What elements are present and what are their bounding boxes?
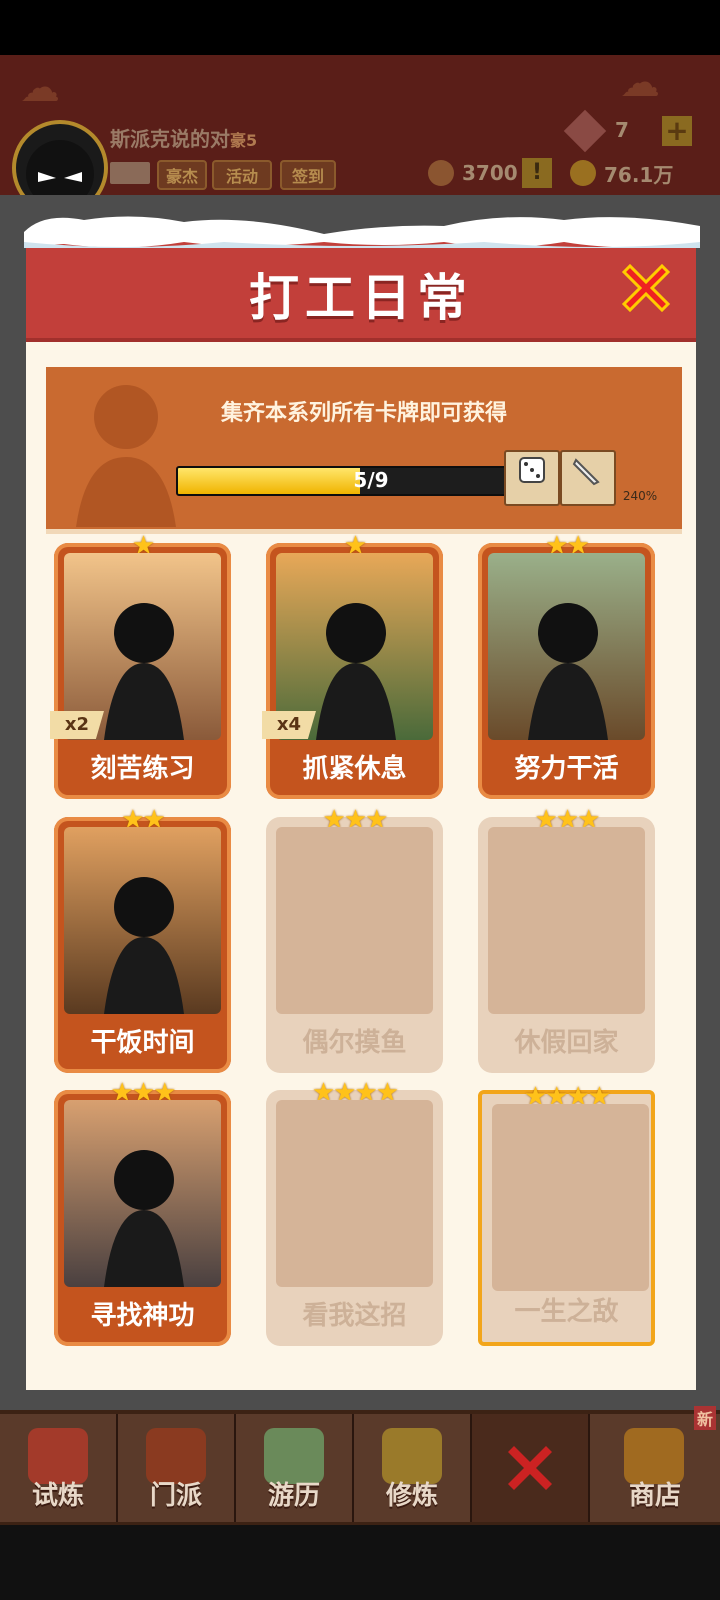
alert-button[interactable]: !: [522, 158, 552, 188]
collection-card[interactable]: ★★★★ 一生之敌: [478, 1082, 655, 1346]
collection-card[interactable]: ★★★ 寻找神功: [54, 1078, 231, 1346]
chip-signin[interactable]: 签到: [280, 160, 336, 190]
cloud-ornament-icon: ☁: [20, 65, 60, 111]
coin-icon: [570, 160, 596, 186]
ninja-figure-icon: [528, 603, 608, 740]
snow-trim: [24, 216, 700, 248]
card-multiplier: x2: [50, 711, 104, 739]
collection-card[interactable]: ★★ 干饭时间: [54, 805, 231, 1073]
collection-card[interactable]: ★★★★ 看我这招: [266, 1078, 443, 1346]
card-label: 刻苦练习: [90, 754, 195, 784]
add-gem-button[interactable]: +: [662, 116, 692, 146]
card-label: 寻找神功: [90, 1301, 195, 1331]
close-icon: [508, 1446, 552, 1490]
card-multiplier: x4: [262, 711, 316, 739]
close-icon[interactable]: [616, 258, 676, 318]
card-placeholder: [488, 827, 645, 1014]
ninja-figure-icon: [104, 877, 184, 1014]
card-placeholder: [276, 827, 433, 1014]
reward-item[interactable]: 600: [504, 450, 595, 506]
card-artwork: [64, 827, 221, 1014]
card-label: 努力干活: [514, 754, 619, 784]
banner-text: 集齐本系列所有卡牌即可获得: [220, 401, 507, 426]
collection-card[interactable]: ★★★ 偶尔摸鱼: [266, 805, 443, 1073]
card-artwork: [488, 553, 645, 740]
reward-value: 240%: [622, 489, 658, 503]
collection-card[interactable]: ★★★ 休假回家: [478, 805, 655, 1073]
gem-count: 7: [615, 118, 629, 142]
nav-training[interactable]: 修炼: [354, 1414, 472, 1522]
nav-close[interactable]: [472, 1414, 590, 1522]
nav-sect[interactable]: 门派: [118, 1414, 236, 1522]
ninja-figure-icon: [104, 1150, 184, 1287]
currency-a-value: 3700: [462, 161, 518, 185]
dialog-title: 打工日常: [249, 269, 473, 327]
card-placeholder: [276, 1100, 433, 1287]
nav-label: 商店: [628, 1481, 681, 1511]
player-rank: 豪5: [230, 131, 258, 150]
nav-label: 游历: [267, 1481, 320, 1511]
player-name: 斯派克说的对豪5: [110, 123, 257, 152]
nav-label: 试炼: [31, 1481, 84, 1511]
currency-a: 3700: [428, 160, 518, 186]
gold-currency: 76.1万: [570, 160, 674, 187]
card-label: 一生之敌: [514, 1297, 619, 1327]
cloud-ornament-icon: ☁: [620, 60, 660, 106]
card-label: 看我这招: [302, 1301, 407, 1331]
token-icon: [428, 160, 454, 186]
chip-activity[interactable]: 活动: [212, 160, 272, 190]
player-name-text: 斯派克说的对: [110, 127, 230, 151]
collection-card[interactable]: ★ x4 抓紧休息: [262, 531, 443, 799]
card-label: 干饭时间: [90, 1028, 195, 1058]
mail-icon[interactable]: [110, 162, 150, 184]
dice-icon: [519, 457, 545, 483]
nav-travel[interactable]: 游历: [236, 1414, 354, 1522]
card-label: 休假回家: [514, 1028, 619, 1058]
nav-label: 门派: [149, 1481, 202, 1511]
card-label: 抓紧休息: [302, 754, 407, 784]
card-label: 偶尔摸鱼: [302, 1028, 407, 1058]
nav-trial[interactable]: 试炼: [0, 1414, 118, 1522]
reward-item[interactable]: 240%: [560, 450, 657, 506]
nav-label: 修炼: [385, 1481, 438, 1511]
card-placeholder: [492, 1104, 649, 1291]
card-artwork: [64, 1100, 221, 1287]
collection-card[interactable]: ★ x2 刻苦练习: [50, 531, 231, 799]
sword-icon: [572, 458, 600, 486]
system-bar: [0, 1525, 720, 1600]
new-badge: 新: [693, 1406, 716, 1430]
nav-shop[interactable]: 商店 新: [590, 1406, 720, 1522]
gold-value: 76.1万: [604, 162, 674, 187]
collection-card[interactable]: ★★ 努力干活: [478, 531, 655, 799]
chip-hero[interactable]: 豪杰: [157, 160, 207, 190]
